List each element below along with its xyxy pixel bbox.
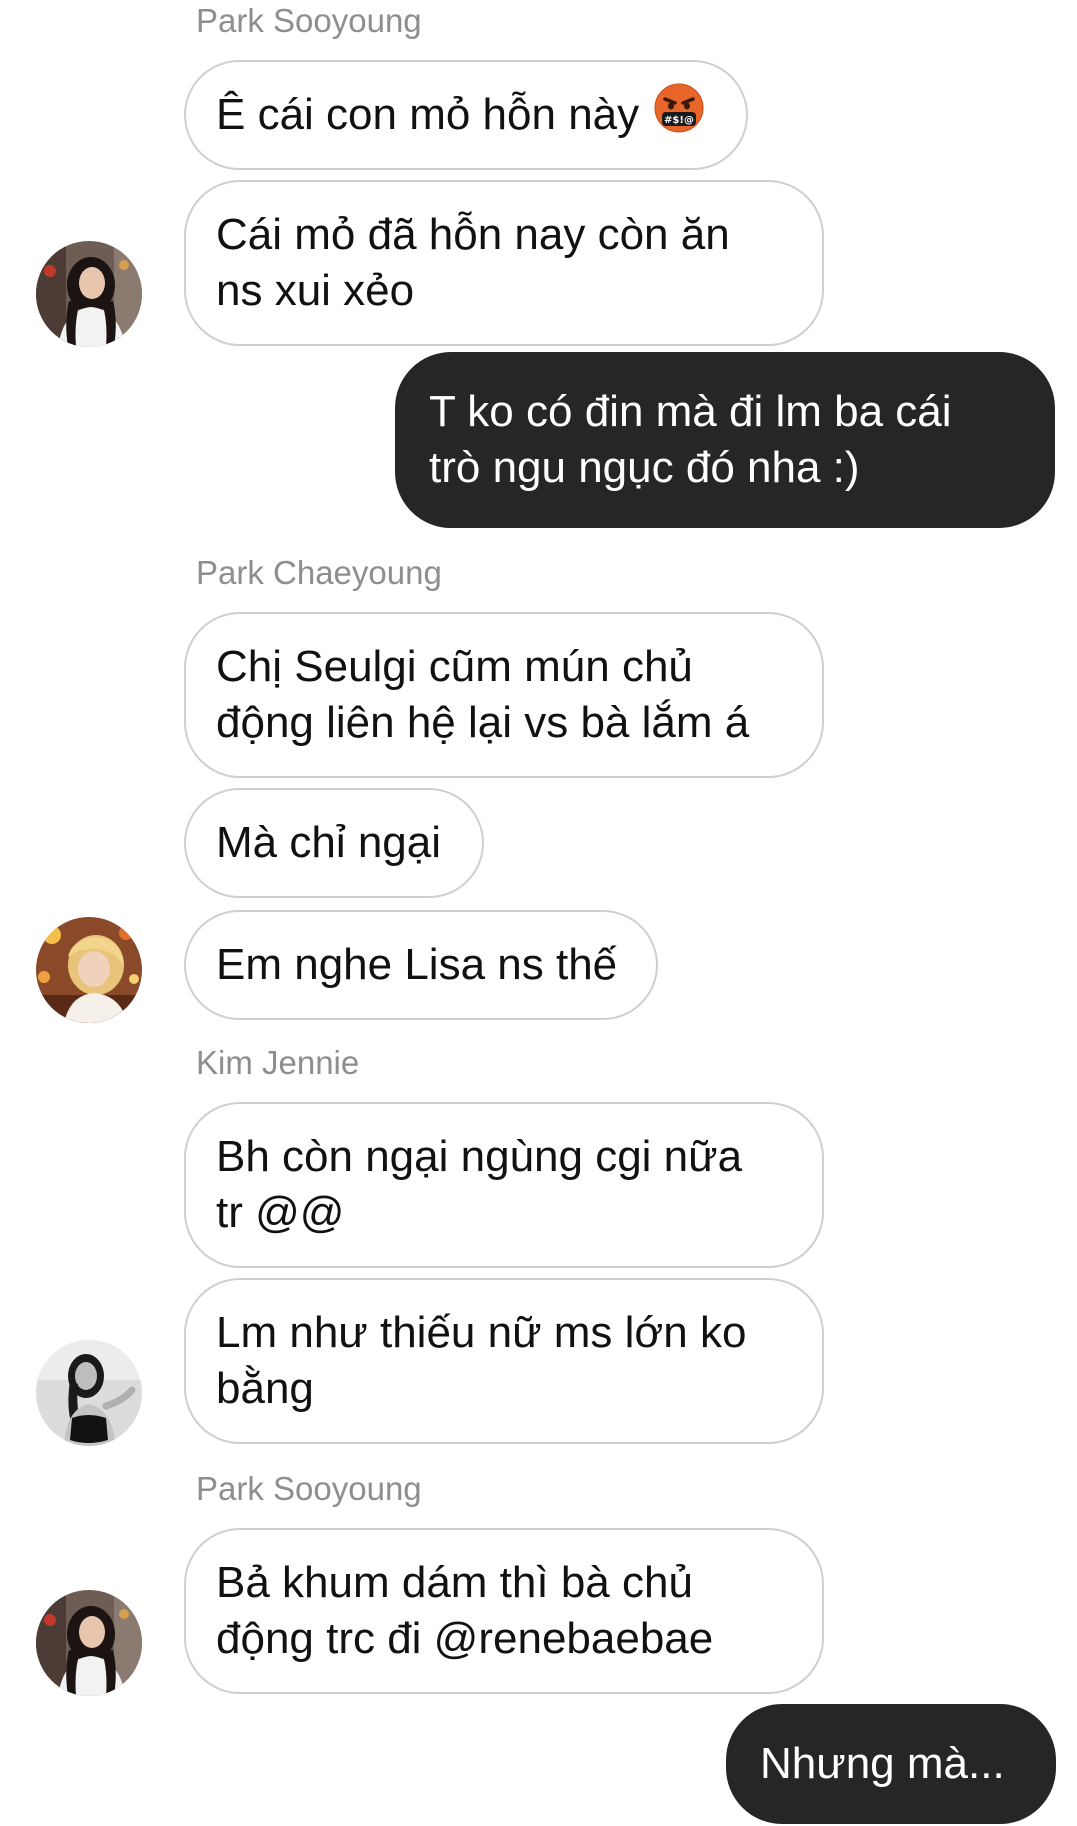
message-bubble[interactable]: Bả khum dám thì bà chủ động trc đi @rene… — [184, 1528, 824, 1694]
sender-name: Park Chaeyoung — [196, 554, 442, 591]
message-text: Em nghe Lisa ns thế — [216, 940, 618, 989]
message-bubble[interactable]: Em nghe Lisa ns thế — [184, 910, 658, 1020]
avatar[interactable] — [36, 1340, 142, 1446]
message-text: Ê cái con mỏ hỗn này — [216, 90, 640, 139]
avatar[interactable] — [36, 241, 142, 347]
message-text: T ko có đin mà đi lm ba cái trò ngu ngục… — [429, 387, 952, 492]
face-with-symbols-on-mouth-icon: #$!@ — [653, 82, 705, 148]
sender-name: Park Sooyoung — [196, 2, 422, 39]
message-bubble[interactable]: Chị Seulgi cũm mún chủ động liên hệ lại … — [184, 612, 824, 778]
message-text: Cái mỏ đã hỗn nay còn ăn ns xui xẻo — [216, 210, 730, 315]
message-text: Chị Seulgi cũm mún chủ động liên hệ lại … — [216, 642, 750, 747]
message-bubble[interactable]: Bh còn ngại ngùng cgi nữa tr @@ — [184, 1102, 824, 1268]
message-bubble[interactable]: Ê cái con mỏ hỗn này #$!@ — [184, 60, 748, 170]
message-text: Bả khum dám thì bà chủ động trc đi @rene… — [216, 1558, 714, 1663]
sender-name: Kim Jennie — [196, 1044, 360, 1081]
message-text: Lm như thiếu nữ ms lớn ko bằng — [216, 1308, 747, 1413]
my-message-bubble[interactable]: Nhưng mà... — [726, 1704, 1056, 1824]
avatar[interactable] — [36, 1590, 142, 1696]
message-text: Bh còn ngại ngùng cgi nữa tr @@ — [216, 1132, 743, 1237]
sender-name: Park Sooyoung — [196, 1470, 422, 1507]
message-bubble[interactable]: Cái mỏ đã hỗn nay còn ăn ns xui xẻo — [184, 180, 824, 346]
message-bubble[interactable]: Lm như thiếu nữ ms lớn ko bằng — [184, 1278, 824, 1444]
my-message-bubble[interactable]: T ko có đin mà đi lm ba cái trò ngu ngục… — [395, 352, 1055, 528]
message-bubble[interactable]: Mà chỉ ngại — [184, 788, 484, 898]
avatar[interactable] — [36, 917, 142, 1023]
message-text: Nhưng mà... — [760, 1739, 1005, 1788]
message-text: Mà chỉ ngại — [216, 818, 442, 867]
svg-text:#$!@: #$!@ — [664, 115, 694, 126]
